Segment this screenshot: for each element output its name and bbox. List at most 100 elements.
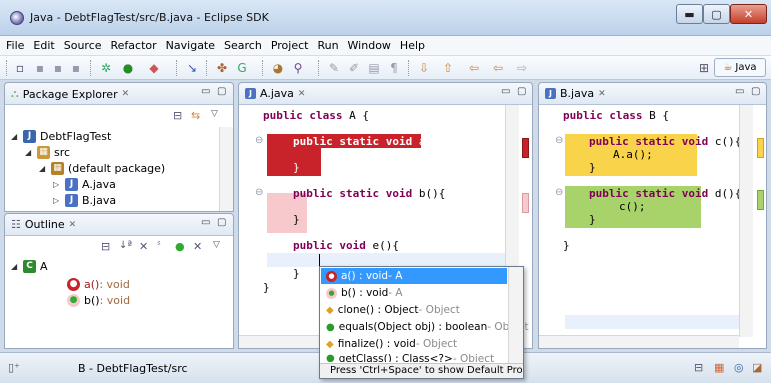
package-explorer-close-icon[interactable]: ✕ [122, 89, 130, 99]
external-tools-icon[interactable]: ◆ [146, 60, 162, 76]
code-line-class-close[interactable]: } [563, 239, 570, 252]
show-whitespace-icon[interactable]: ¶ [386, 60, 402, 76]
overview-ruler-green-marker[interactable] [757, 190, 764, 210]
new-class-icon[interactable]: G [234, 60, 250, 76]
link-with-editor-icon[interactable]: ⇆ [191, 109, 200, 122]
proposal-item[interactable]: ◆ clone() : Object - Object [326, 302, 460, 318]
code-line-class-b[interactable]: public class B { [563, 109, 669, 122]
fold-collapse-icon[interactable]: ⊖ [555, 187, 563, 198]
menu-navigate[interactable]: Navigate [166, 39, 215, 52]
debug-icon[interactable]: ✲ [98, 60, 114, 76]
maximize-view-icon[interactable]: ▢ [217, 217, 226, 228]
editor-b-vertical-scrollbar[interactable] [739, 105, 753, 337]
code-line-class-close[interactable]: } [263, 281, 270, 294]
collapse-all-icon[interactable]: ⊟ [101, 240, 110, 253]
maximize-button[interactable]: ▢ [703, 4, 730, 24]
code-line-d-close[interactable]: } [589, 213, 596, 226]
last-edit-location-icon[interactable]: ⇦ [466, 60, 482, 76]
previous-annotation-icon[interactable]: ⇧ [440, 60, 456, 76]
outline-close-icon[interactable]: ✕ [69, 220, 77, 230]
java-perspective-button[interactable]: ☕ Java [714, 58, 766, 77]
code-line-b-close[interactable]: } [293, 213, 300, 226]
trim-view-icon[interactable]: ▦ [714, 361, 724, 374]
proposal-item[interactable]: ● getClass() : Class<?> - Object [326, 353, 494, 362]
menu-file[interactable]: File [6, 39, 24, 52]
proposal-item[interactable]: ● a() : void - A [326, 268, 402, 284]
mark-occurrences-icon[interactable]: ✐ [346, 60, 362, 76]
hide-local-types-icon[interactable]: ✕ [193, 240, 202, 253]
minimize-view-icon[interactable]: ▭ [735, 86, 744, 97]
code-line-c-close[interactable]: } [589, 161, 596, 174]
menu-edit[interactable]: Edit [33, 39, 54, 52]
task-icon[interactable]: ◎ [734, 361, 744, 374]
tree-item-a-java[interactable]: ▷ J A.java [53, 176, 116, 192]
annotation-icon[interactable]: ✎ [326, 60, 342, 76]
back-icon[interactable]: ⇦ [490, 60, 506, 76]
tab-a-java[interactable]: J A.java ✕ [245, 87, 305, 100]
code-line-e-close[interactable]: } [293, 267, 300, 280]
maximize-view-icon[interactable]: ▢ [517, 86, 526, 97]
print-icon[interactable]: ▪ [68, 60, 84, 76]
overview-ruler-yellow-marker[interactable] [757, 138, 764, 158]
progress-icon[interactable]: ◪ [752, 361, 762, 374]
code-line-class-a[interactable]: public class A { [263, 109, 369, 122]
menu-run[interactable]: Run [317, 39, 338, 52]
hide-static-icon[interactable]: ˢ [157, 240, 161, 251]
maximize-view-icon[interactable]: ▢ [217, 86, 226, 97]
tab-b-close-icon[interactable]: ✕ [598, 89, 606, 99]
sort-icon[interactable]: ↓ª [119, 240, 132, 251]
maximize-view-icon[interactable]: ▢ [751, 86, 760, 97]
collapse-all-icon[interactable]: ⊟ [173, 109, 182, 122]
outline-method-b[interactable]: ● b() : void [67, 292, 130, 308]
view-menu-icon[interactable]: ▽ [213, 240, 220, 250]
editor-b-horizontal-scrollbar[interactable] [539, 335, 739, 348]
menu-refactor[interactable]: Refactor [111, 39, 157, 52]
tree-item-b-java[interactable]: ▷ J B.java [53, 192, 116, 208]
code-line-method-c[interactable]: public static void c(){ [589, 135, 741, 148]
fast-view-bar-icon[interactable]: ⊟ [694, 361, 703, 374]
new-icon[interactable]: ▫ [12, 60, 28, 76]
outline-method-a[interactable]: ● a() : void [67, 276, 130, 292]
hide-non-public-icon[interactable]: ● [175, 240, 185, 253]
code-line-method-b[interactable]: public static void b(){ [293, 187, 445, 200]
code-line-method-a[interactable]: public static void a(){ [293, 135, 445, 148]
minimize-view-icon[interactable]: ▭ [201, 217, 210, 228]
code-line-c-body[interactable]: A.a(); [613, 148, 653, 161]
package-explorer-scrollbar[interactable] [219, 127, 233, 211]
tree-item-src[interactable]: ◢ ▦ src [25, 144, 70, 160]
block-selection-icon[interactable]: ▤ [366, 60, 382, 76]
minimize-button[interactable]: ▬ [676, 4, 703, 24]
overview-ruler-red-marker[interactable] [522, 138, 529, 158]
open-perspective-icon[interactable]: ⊞ [696, 60, 712, 76]
save-icon[interactable]: ▪ [32, 60, 48, 76]
menu-search[interactable]: Search [224, 39, 262, 52]
next-annotation-icon[interactable]: ⇩ [416, 60, 432, 76]
outline-tab[interactable]: ☷ Outline ✕ [11, 218, 76, 231]
proposal-item[interactable]: ◆ finalize() : void - Object [326, 336, 457, 352]
run-icon[interactable]: ● [120, 60, 136, 76]
close-button[interactable]: ✕ [730, 4, 767, 24]
tree-item-project[interactable]: ◢ J DebtFlagTest [11, 128, 111, 144]
code-line-a-close[interactable]: } [293, 161, 300, 174]
menu-source[interactable]: Source [64, 39, 102, 52]
tab-a-close-icon[interactable]: ✕ [298, 89, 306, 99]
minimize-view-icon[interactable]: ▭ [201, 86, 210, 97]
menu-window[interactable]: Window [348, 39, 391, 52]
overview-ruler-pink-marker[interactable] [522, 193, 529, 213]
tab-b-java[interactable]: J B.java ✕ [545, 87, 606, 100]
proposal-item[interactable]: ● equals(Object obj) : boolean - Object [326, 319, 529, 335]
fast-view-icon[interactable]: ▯⁺ [8, 361, 20, 374]
fold-collapse-icon[interactable]: ⊖ [255, 135, 263, 146]
search-icon[interactable]: ⚲ [290, 60, 306, 76]
code-line-d-body[interactable]: c(); [619, 200, 646, 213]
menu-project[interactable]: Project [271, 39, 309, 52]
forward-icon[interactable]: ⇨ [514, 60, 530, 76]
minimize-view-icon[interactable]: ▭ [501, 86, 510, 97]
proposal-item[interactable]: ● b() : void - A [326, 285, 403, 301]
code-line-method-e[interactable]: public void e(){ [293, 239, 399, 252]
outline-class-a[interactable]: ◢ C A [11, 258, 48, 274]
menu-help[interactable]: Help [400, 39, 425, 52]
fold-collapse-icon[interactable]: ⊖ [255, 187, 263, 198]
hide-fields-icon[interactable]: ✕ [139, 240, 148, 253]
package-explorer-tab[interactable]: ⛬ Package Explorer ✕ [11, 87, 129, 101]
